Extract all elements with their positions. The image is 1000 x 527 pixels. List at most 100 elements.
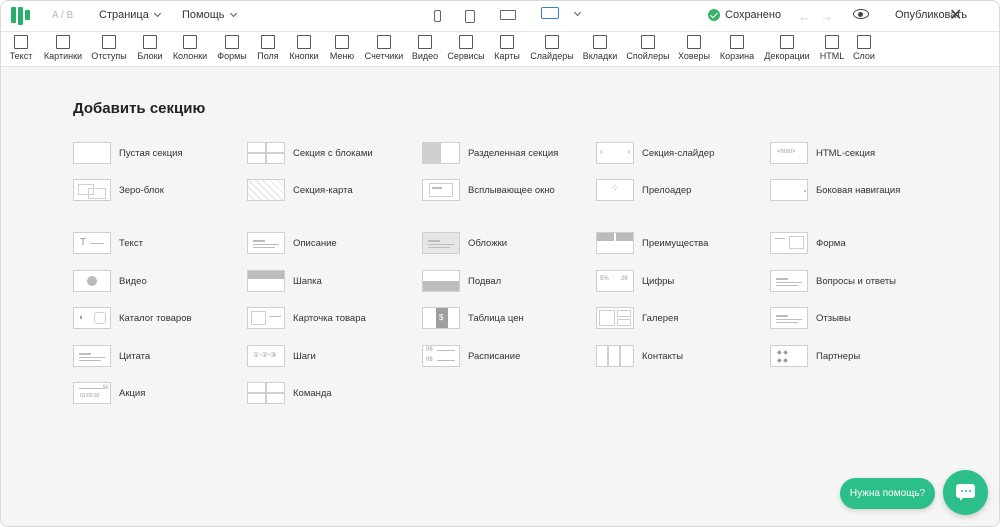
page-menu[interactable]: Страница	[99, 9, 161, 21]
section-thumbnail	[770, 179, 808, 201]
section-item-g1-6[interactable]: Секция-карта	[247, 179, 353, 201]
toolbar-item-slider[interactable]: Слайдеры	[530, 35, 574, 65]
help-menu[interactable]: Помощь	[182, 9, 237, 21]
section-item-g1-4[interactable]: <html> HTML-секция	[770, 142, 875, 164]
toolbar-item-buttons[interactable]: Кнопки	[287, 35, 320, 65]
toolbar-item-layers[interactable]: Слои	[853, 35, 876, 65]
toolbar-item-decoration[interactable]: Декорации	[763, 35, 812, 65]
section-item-g2-5[interactable]: Видео	[73, 270, 147, 292]
section-item-g2-13[interactable]: Галерея	[596, 307, 678, 329]
section-item-g2-3[interactable]: Преимущества	[596, 232, 708, 254]
section-item-g2-10[interactable]: ◖ Каталог товаров	[73, 307, 192, 329]
toolbar-item-label: Счетчики	[364, 51, 404, 61]
toolbar-item-image[interactable]: Картинки	[41, 35, 85, 65]
app-window: A / B Страница Помощь Сохранено ← → Опуб…	[0, 0, 1000, 527]
section-item-g2-0[interactable]: T Текст	[73, 232, 143, 254]
section-item-g1-7[interactable]: Всплывающее окно	[422, 179, 555, 201]
laptop-view-icon[interactable]	[500, 10, 516, 20]
section-item-g2-7[interactable]: Подвал	[422, 270, 501, 292]
section-item-label: Секция-карта	[293, 184, 353, 196]
section-item-g2-17[interactable]: 06 08 Расписание	[422, 345, 520, 367]
toolbar-item-counter[interactable]: Счетчики	[362, 35, 406, 65]
toolbar-item-label: Меню	[329, 51, 355, 61]
section-item-label: Боковая навигация	[816, 184, 901, 196]
section-item-g1-9[interactable]: Боковая навигация	[770, 179, 900, 201]
chevron-down-icon[interactable]	[573, 8, 582, 17]
toolbar-item-fields[interactable]: Поля	[257, 35, 280, 65]
section-item-label: Контакты	[642, 350, 684, 362]
chat-button[interactable]	[943, 470, 988, 515]
section-thumbnail	[770, 232, 808, 254]
preview-eye-icon[interactable]	[853, 9, 869, 19]
tablet-view-icon[interactable]	[465, 10, 475, 23]
add-section-panel: Добавить секцию Пустая секция Секция с бл…	[1, 67, 999, 526]
toolbar-item-label: Ховеры	[677, 51, 711, 61]
section-item-g1-5[interactable]: Зеро-блок	[73, 179, 164, 201]
toolbar-item-map-pin[interactable]: Карты	[493, 35, 521, 65]
toolbar-item-menu[interactable]: Меню	[329, 35, 355, 65]
section-item-g2-21[interactable]: Команда	[247, 382, 332, 404]
section-item-label: Шаги	[293, 350, 316, 362]
thumb-text: $	[439, 313, 444, 322]
section-item-g2-1[interactable]: Описание	[247, 232, 337, 254]
section-item-g2-20[interactable]: 01:00:30% Акция	[73, 382, 145, 404]
toolbar-item-blocks[interactable]: Блоки	[136, 35, 164, 65]
close-icon[interactable]: ✕	[949, 5, 962, 25]
save-status: Сохранено	[708, 9, 781, 21]
toolbar-item-padding[interactable]: Отступы	[90, 35, 128, 65]
section-thumbnail: ◖	[73, 307, 111, 329]
forms-icon	[225, 35, 239, 49]
columns-icon	[182, 35, 197, 49]
section-item-label: HTML-секция	[816, 147, 876, 159]
toolbar-item-tabs[interactable]: Вкладки	[581, 35, 619, 65]
phone-view-icon[interactable]	[434, 10, 441, 22]
ab-test-toggle[interactable]: A / B	[52, 10, 73, 21]
section-item-g2-6[interactable]: Шапка	[247, 270, 322, 292]
section-item-label: Преимущества	[642, 237, 709, 249]
buttons-icon	[296, 35, 311, 49]
section-item-g2-11[interactable]: Карточка товара	[247, 307, 366, 329]
toolbar-item-hover[interactable]: Ховеры	[677, 35, 710, 65]
section-thumbnail: 5% 28	[596, 270, 634, 292]
section-item-g2-8[interactable]: 5% 28 Цифры	[596, 270, 674, 292]
section-item-label: Шапка	[293, 275, 322, 287]
desktop-view-icon[interactable]	[541, 7, 559, 19]
section-thumbnail: ◆ ◆ ◆ ◆	[770, 345, 808, 367]
section-item-g2-9[interactable]: Вопросы и ответы	[770, 270, 896, 292]
section-item-g2-14[interactable]: Отзывы	[770, 307, 851, 329]
toolbar-item-cart[interactable]: Корзина	[718, 35, 756, 65]
section-item-g2-16[interactable]: ①-②-③ Шаги	[247, 345, 316, 367]
section-item-g1-3[interactable]: ‹ › Секция-слайдер	[596, 142, 714, 164]
undo-icon[interactable]: ←	[798, 9, 811, 24]
toolbar-item-columns[interactable]: Колонки	[171, 35, 209, 65]
section-thumbnail	[247, 382, 285, 404]
section-item-g1-2[interactable]: Разделенная секция	[422, 142, 558, 164]
toolbar-item-label: Сервисы	[447, 51, 485, 61]
section-item-g2-19[interactable]: ◆ ◆ ◆ ◆ Партнеры	[770, 345, 860, 367]
toolbar-item-spoiler[interactable]: Спойлеры	[626, 35, 670, 65]
toolbar-item-services[interactable]: Сервисы	[447, 35, 485, 65]
toolbar-item-text[interactable]: Текст	[7, 35, 35, 65]
section-item-label: Подвал	[468, 275, 502, 287]
section-item-g2-4[interactable]: Форма	[770, 232, 846, 254]
section-item-g2-12[interactable]: $ Таблица цен	[422, 307, 524, 329]
section-item-g2-2[interactable]: Обложки	[422, 232, 507, 254]
padding-icon	[101, 35, 116, 49]
toolbar-item-video[interactable]: Видео	[411, 35, 439, 65]
element-toolbar: Текст Картинки Отступы Блоки Колонки Формы Пол…	[1, 31, 999, 67]
fields-icon	[260, 35, 275, 49]
section-item-g2-15[interactable]: Цитата	[73, 345, 150, 367]
section-item-g1-8[interactable]: ⁘ Прелоадер	[596, 179, 691, 201]
section-item-g1-1[interactable]: Секция с блоками	[247, 142, 373, 164]
tabs-icon	[592, 35, 607, 49]
toolbar-item-forms[interactable]: Формы	[217, 35, 247, 65]
section-thumbnail	[247, 270, 285, 292]
section-item-g2-18[interactable]: Контакты	[596, 345, 683, 367]
section-item-g1-0[interactable]: Пустая секция	[73, 142, 183, 164]
help-button[interactable]: Нужна помощь?	[840, 478, 935, 509]
redo-icon[interactable]: →	[820, 9, 833, 24]
section-item-label: Зеро-блок	[119, 184, 164, 196]
logo-icon[interactable]	[11, 6, 31, 26]
section-item-label: Отзывы	[816, 312, 851, 324]
toolbar-item-html[interactable]: HTML	[820, 35, 844, 65]
